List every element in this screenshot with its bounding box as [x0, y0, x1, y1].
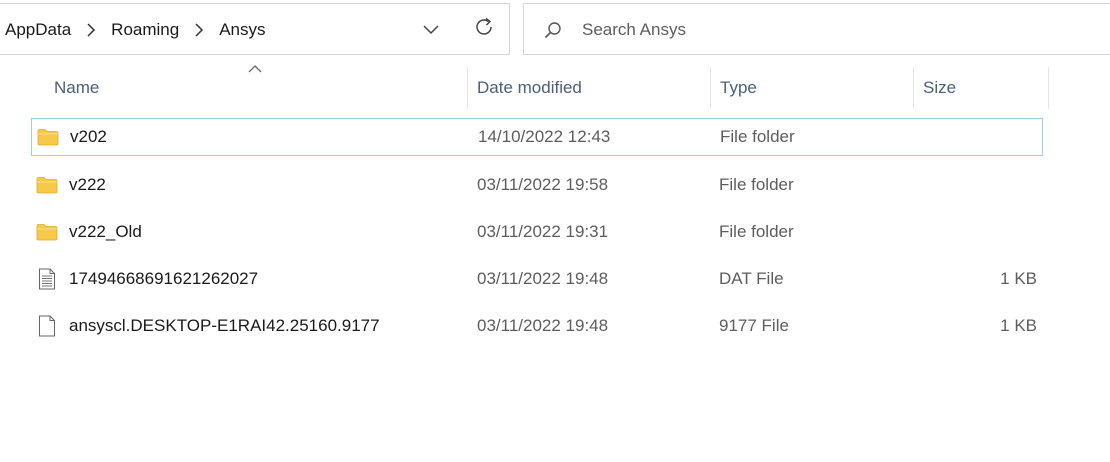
file-row[interactable]: 17494668691621262027 03/11/2022 19:48 DA… [31, 260, 1043, 298]
file-row[interactable]: ansyscl.DESKTOP-E1RAI42.25160.9177 03/11… [31, 307, 1043, 345]
chevron-down-icon[interactable] [418, 19, 444, 41]
search-input[interactable] [582, 17, 982, 43]
column-header-date[interactable]: Date modified [477, 67, 707, 109]
name-cell: v222_Old [31, 213, 142, 251]
top-bar: AppData Roaming Ansys [0, 0, 1110, 58]
date-cell: 03/11/2022 19:31 [477, 222, 609, 241]
name-cell: 17494668691621262027 [31, 260, 258, 298]
type-cell: DAT File [719, 269, 784, 288]
blank-file-icon [35, 315, 59, 337]
type-cell: 9177 File [719, 316, 789, 335]
breadcrumb: AppData Roaming Ansys [3, 4, 268, 56]
search-icon [544, 21, 562, 39]
type-cell: File folder [720, 127, 795, 146]
date-cell: 03/11/2022 19:58 [477, 175, 609, 194]
type-cell: File folder [719, 222, 794, 241]
name-cell: v202 [32, 119, 107, 155]
column-divider[interactable] [913, 67, 914, 109]
folder-icon [35, 222, 59, 242]
text-file-icon [35, 268, 59, 290]
size-cell: 1 KB [1000, 269, 1037, 288]
column-header-date-label: Date modified [477, 78, 582, 97]
file-name: v222_Old [69, 222, 142, 241]
file-name: 17494668691621262027 [69, 269, 259, 288]
file-name: ansyscl.DESKTOP-E1RAI42.25160.9177 [69, 316, 380, 335]
column-header-name[interactable]: Name [54, 67, 464, 109]
column-header-type-label: Type [720, 78, 757, 97]
breadcrumb-appdata[interactable]: AppData [3, 20, 73, 40]
name-cell: ansyscl.DESKTOP-E1RAI42.25160.9177 [31, 307, 380, 345]
type-cell: File folder [719, 175, 794, 194]
chevron-right-icon[interactable] [187, 22, 211, 38]
date-cell: 03/11/2022 19:48 [477, 316, 609, 335]
chevron-right-icon[interactable] [79, 22, 103, 38]
address-bar[interactable]: AppData Roaming Ansys [0, 3, 510, 55]
refresh-icon[interactable] [470, 13, 498, 41]
column-divider[interactable] [467, 67, 468, 109]
file-name: v202 [70, 127, 107, 146]
breadcrumb-roaming[interactable]: Roaming [109, 20, 181, 40]
column-divider[interactable] [1048, 67, 1049, 109]
column-header-size-label: Size [923, 78, 957, 97]
name-cell: v222 [31, 166, 106, 204]
column-divider[interactable] [710, 67, 711, 109]
file-row[interactable]: v222 03/11/2022 19:58 File folder [31, 166, 1043, 204]
folder-icon [36, 127, 60, 147]
file-row[interactable]: v222_Old 03/11/2022 19:31 File folder [31, 213, 1043, 251]
folder-icon [35, 175, 59, 195]
search-box[interactable] [523, 3, 1110, 55]
size-cell: 1 KB [1000, 316, 1037, 335]
breadcrumb-ansys[interactable]: Ansys [217, 20, 267, 40]
date-cell: 03/11/2022 19:48 [477, 269, 609, 288]
date-cell: 14/10/2022 12:43 [478, 127, 611, 146]
file-name: v222 [69, 175, 106, 194]
file-row[interactable]: v202 14/10/2022 12:43 File folder [31, 118, 1043, 156]
column-header-name-label: Name [54, 78, 100, 97]
column-headers: Name Date modified Type Size [0, 65, 1110, 109]
column-header-type[interactable]: Type [720, 67, 910, 109]
column-header-size[interactable]: Size [923, 67, 1043, 109]
